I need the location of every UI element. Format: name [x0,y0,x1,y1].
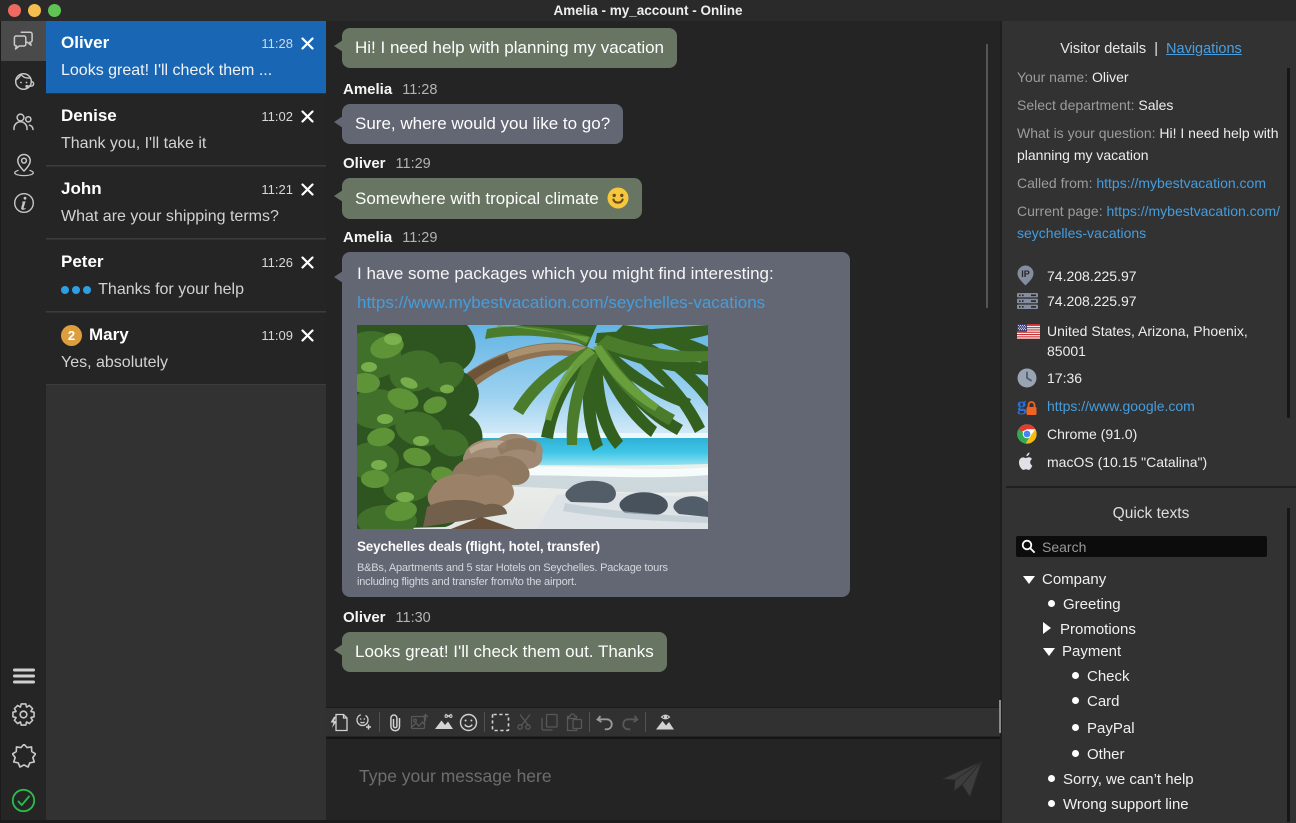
svg-text:IP: IP [1021,269,1030,279]
svg-text:g: g [1017,395,1027,416]
